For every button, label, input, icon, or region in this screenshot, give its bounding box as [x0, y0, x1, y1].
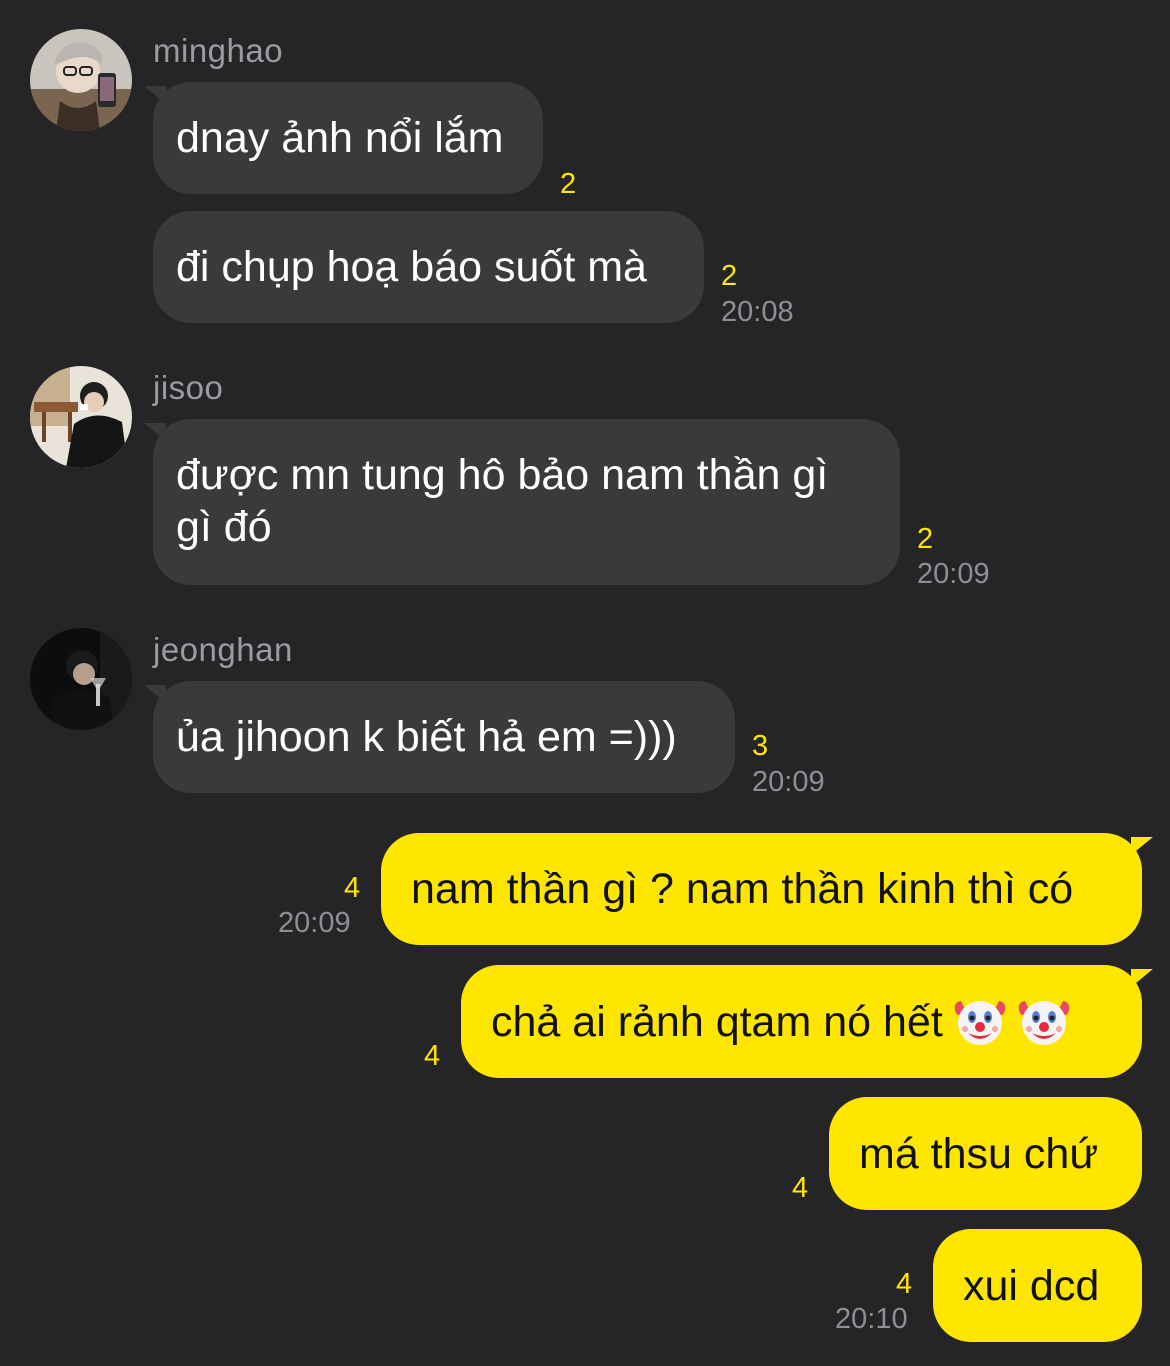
message-bubble[interactable]: được mn tung hô bảo nam thần gì gì đó	[153, 419, 900, 585]
unread-count: 4	[792, 1172, 809, 1204]
avatar-photo-glasses-selfie-icon	[30, 29, 132, 131]
unread-count: 4	[896, 1268, 913, 1300]
unread-count: 2	[917, 523, 934, 555]
message-bubble[interactable]: má thsu chứ	[829, 1097, 1142, 1210]
sender-name: minghao	[153, 32, 284, 69]
unread-count: 2	[721, 260, 738, 292]
avatar-photo-cafe-icon	[30, 366, 132, 468]
unread-count: 4	[424, 1040, 441, 1072]
message-bubble[interactable]: chả ai rảnh qtam nó hết	[461, 965, 1142, 1078]
message-text: xui dcd	[963, 1261, 1100, 1310]
message-timestamp: 20:10	[835, 1303, 908, 1335]
avatar-jeonghan[interactable]	[30, 628, 132, 730]
clown-face-icon	[1017, 995, 1071, 1049]
message-bubble[interactable]: ủa jihoon k biết hả em =)))	[153, 681, 735, 793]
unread-count: 3	[752, 730, 769, 762]
message-bubble[interactable]: dnay ảnh nổi lắm	[153, 82, 543, 194]
message-timestamp: 20:09	[752, 766, 825, 798]
sender-name: jisoo	[153, 369, 224, 406]
message-text: dnay ảnh nổi lắm	[176, 114, 504, 162]
unread-count: 4	[344, 872, 361, 904]
message-bubble[interactable]: xui dcd	[933, 1229, 1142, 1342]
message-timestamp: 20:09	[278, 907, 351, 939]
avatar-minghao[interactable]	[30, 29, 132, 131]
sender-name: jeonghan	[153, 631, 293, 668]
message-text: đi chụp hoạ báo suốt mà	[176, 243, 647, 291]
message-timestamp: 20:08	[721, 296, 794, 328]
unread-count: 2	[560, 168, 577, 200]
message-text: má thsu chứ	[859, 1129, 1099, 1178]
message-text: ủa jihoon k biết hả em =)))	[176, 713, 677, 761]
avatar-jisoo[interactable]	[30, 366, 132, 468]
message-bubble[interactable]: đi chụp hoạ báo suốt mà	[153, 211, 704, 323]
message-text: nam thần gì ? nam thần kinh thì có	[411, 865, 1074, 913]
avatar-photo-dark-portrait-icon	[30, 628, 132, 730]
message-timestamp: 20:09	[917, 558, 990, 590]
clown-face-icon	[953, 995, 1007, 1049]
message-bubble[interactable]: nam thần gì ? nam thần kinh thì có	[381, 833, 1142, 945]
message-text: được mn tung hô bảo nam thần gì gì đó	[176, 451, 829, 551]
message-text: chả ai rảnh qtam nó hết	[491, 997, 943, 1046]
